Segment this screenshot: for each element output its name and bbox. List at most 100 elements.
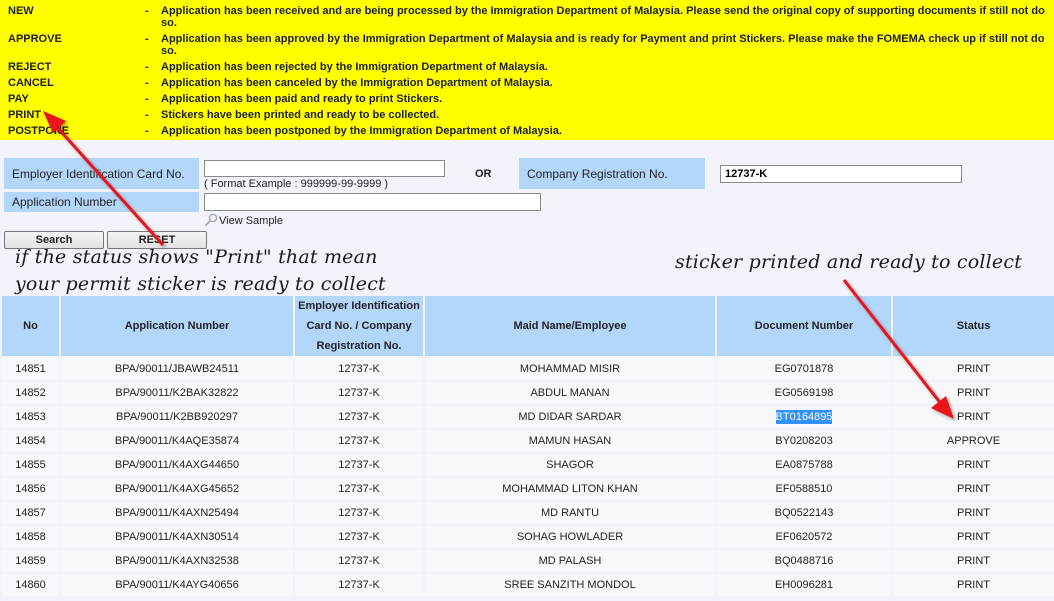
annotation-left-line2: your permit sticker is ready to collect (15, 273, 386, 295)
cell-document-number: BT0164895 (717, 406, 891, 428)
legend-code: POSTPONE (8, 125, 70, 137)
cell-status: PRINT (893, 406, 1054, 428)
application-number-input[interactable] (204, 193, 541, 211)
legend-separator: - (145, 61, 149, 73)
cell-application-number: BPA/90011/K4AXN25494 (61, 502, 293, 524)
cell-employer-id: 12737-K (295, 526, 423, 548)
legend-description: Stickers have been printed and ready to … (161, 109, 440, 121)
cell-document-number: EA0875788 (717, 454, 891, 476)
cell-employer-id: 12737-K (295, 382, 423, 404)
cell-no: 14860 (2, 574, 59, 596)
cell-application-number: BPA/90011/K4AYG40656 (61, 574, 293, 596)
annotation-left-line1: if the status shows "Print" that mean (15, 246, 378, 268)
status-legend: NEW - Application has been received and ar… (0, 0, 1054, 140)
table-row[interactable]: 14858 BPA/90011/K4AXN30514 12737-K SOHAG HO… (2, 526, 1054, 548)
cell-no: 14851 (2, 358, 59, 380)
cell-employer-id: 12737-K (295, 550, 423, 572)
cell-employer-id: 12737-K (295, 406, 423, 428)
cell-document-number: EF0588510 (717, 478, 891, 500)
header-no: No (2, 296, 59, 356)
cell-no: 14855 (2, 454, 59, 476)
cell-maid-name: SHAGOR (425, 454, 715, 476)
cell-maid-name: MD RANTU (425, 502, 715, 524)
legend-description: Application has been rejected by the Imm… (161, 61, 548, 73)
cell-maid-name: MOHAMMAD MISIR (425, 358, 715, 380)
table-row[interactable]: 14860 BPA/90011/K4AYG40656 12737-K SREE SAN… (2, 574, 1054, 596)
legend-separator: - (145, 109, 149, 121)
header-maid-name: Maid Name/Employee (425, 296, 715, 356)
cell-maid-name: MOHAMMAD LITON KHAN (425, 478, 715, 500)
legend-code: CANCEL (8, 77, 54, 89)
cell-status: PRINT (893, 550, 1054, 572)
cell-employer-id: 12737-K (295, 502, 423, 524)
or-label: OR (475, 168, 492, 180)
legend-code: NEW (8, 5, 34, 17)
cell-application-number: BPA/90011/K2BAK32822 (61, 382, 293, 404)
cell-employer-id: 12737-K (295, 454, 423, 476)
view-sample-link[interactable]: View Sample (204, 213, 283, 227)
view-sample-label: View Sample (219, 215, 283, 227)
cell-application-number: BPA/90011/K4AQE35874 (61, 430, 293, 452)
cell-application-number: BPA/90011/K4AXN30514 (61, 526, 293, 548)
legend-description: Application has been received and are be… (161, 5, 1045, 29)
legend-description: Application has been paid and ready to p… (161, 93, 443, 105)
cell-status: PRINT (893, 382, 1054, 404)
header-status: Status (893, 296, 1054, 356)
cell-no: 14857 (2, 502, 59, 524)
cell-status: PRINT (893, 574, 1054, 596)
annotation-right: sticker printed and ready to collect (675, 251, 1023, 273)
employer-ic-format-hint: ( Format Example : 999999-99-9999 ) (204, 178, 389, 190)
cell-employer-id: 12737-K (295, 430, 423, 452)
table-row[interactable]: 14859 BPA/90011/K4AXN32538 12737-K MD PALAS… (2, 550, 1054, 572)
cell-status: PRINT (893, 502, 1054, 524)
cell-maid-name: SOHAG HOWLADER (425, 526, 715, 548)
cell-document-number: EG0569198 (717, 382, 891, 404)
legend-description: Application has been approved by the Imm… (161, 33, 1045, 57)
employer-ic-label: Employer Identification Card No. (4, 158, 199, 189)
company-reg-input[interactable] (720, 165, 962, 183)
header-application-number: Application Number (61, 296, 293, 356)
legend-description: Application has been canceled by the Imm… (161, 77, 553, 89)
header-document-number: Document Number (717, 296, 891, 356)
cell-no: 14856 (2, 478, 59, 500)
legend-code: PRINT (8, 109, 41, 121)
cell-application-number: BPA/90011/K4AXN32538 (61, 550, 293, 572)
cell-no: 14852 (2, 382, 59, 404)
cell-status: PRINT (893, 358, 1054, 380)
legend-separator: - (145, 5, 149, 17)
table-row[interactable]: 14856 BPA/90011/K4AXG45652 12737-K MOHAMMAD… (2, 478, 1054, 500)
magnifier-icon (204, 213, 218, 227)
table-header-row: No Application Number Employer Identific… (2, 296, 1054, 356)
cell-employer-id: 12737-K (295, 478, 423, 500)
cell-no: 14854 (2, 430, 59, 452)
cell-employer-id: 12737-K (295, 574, 423, 596)
table-row[interactable]: 14852 BPA/90011/K2BAK32822 12737-K ABDUL MA… (2, 382, 1054, 404)
cell-application-number: BPA/90011/K4AXG44650 (61, 454, 293, 476)
table-row[interactable]: 14855 BPA/90011/K4AXG44650 12737-K SHAGOR EA… (2, 454, 1054, 476)
table-row[interactable]: 14857 BPA/90011/K4AXN25494 12737-K MD RANTU… (2, 502, 1054, 524)
cell-application-number: BPA/90011/K2BB920297 (61, 406, 293, 428)
cell-document-number: BQ0522143 (717, 502, 891, 524)
table-row[interactable]: 14851 BPA/90011/JBAWB24511 12737-K MOHAMMAD… (2, 358, 1054, 380)
legend-code: APPROVE (8, 33, 62, 45)
legend-code: PAY (8, 93, 29, 105)
header-employer-id: Employer Identification Card No. / Compa… (295, 296, 423, 356)
cell-maid-name: ABDUL MANAN (425, 382, 715, 404)
cell-no: 14859 (2, 550, 59, 572)
employer-ic-input[interactable] (204, 160, 445, 177)
legend-separator: - (145, 77, 149, 89)
application-number-label: Application Number (4, 192, 199, 212)
cell-status: APPROVE (893, 430, 1054, 452)
legend-description: Application has been postponed by the Im… (161, 125, 562, 137)
table-row[interactable]: 14854 BPA/90011/K4AQE35874 12737-K MAMUN HA… (2, 430, 1054, 452)
cell-application-number: BPA/90011/JBAWB24511 (61, 358, 293, 380)
cell-status: PRINT (893, 454, 1054, 476)
cell-status: PRINT (893, 526, 1054, 548)
cell-document-number: EF0620572 (717, 526, 891, 548)
cell-maid-name: SREE SANZITH MONDOL (425, 574, 715, 596)
cell-document-number: BY0208203 (717, 430, 891, 452)
cell-status: PRINT (893, 478, 1054, 500)
table-row[interactable]: 14853 BPA/90011/K2BB920297 12737-K MD DIDAR… (2, 406, 1054, 428)
cell-no: 14853 (2, 406, 59, 428)
cell-document-number: BQ0488716 (717, 550, 891, 572)
